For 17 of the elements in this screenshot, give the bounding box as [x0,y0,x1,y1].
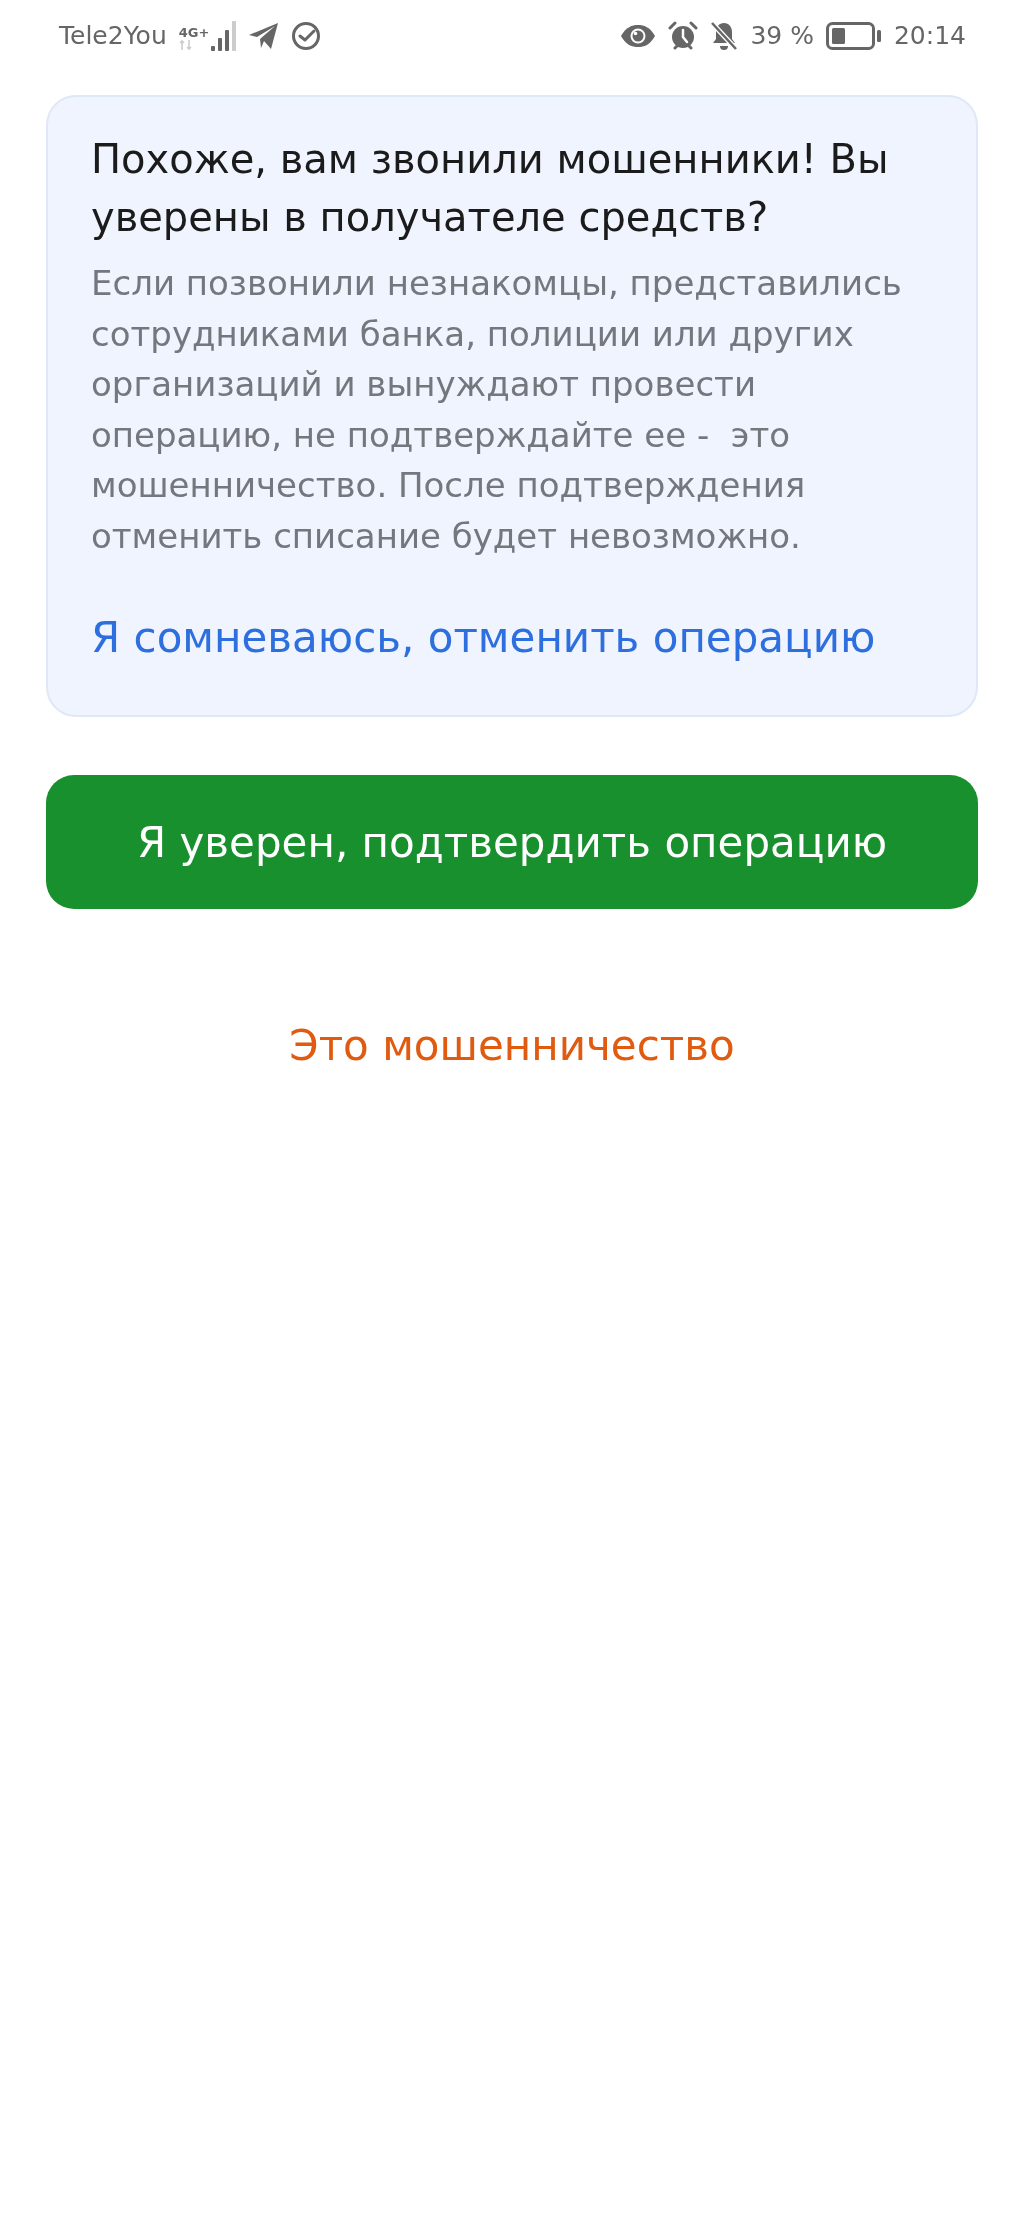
clock-time: 20:14 [893,21,966,51]
network-type: 4G+ [178,26,210,39]
battery-percentage: 39 % [750,21,814,51]
check-circle-icon [291,21,322,51]
signal-icon [211,21,238,51]
warning-text: Если позвонили незнакомцы, представились сотрудниками банка, полиции или других организаций и вынуждают провести операцию, не подтверждайте ее - это мошенничество. После подтверждения отменить списание будет невозможно. [91,262,903,558]
battery-icon [825,22,882,50]
warning-title: Похоже, вам звонили мошенники! Вы уверены в получателе средств? [91,135,890,242]
data-arrows-icon [178,39,193,51]
confirm-operation-button[interactable]: Я уверен, подтвердить операцию [46,775,978,909]
eye-icon [620,24,657,48]
carrier-name: Tele2You [59,21,167,51]
paper-plane-icon [249,23,280,49]
bell-muted-icon [710,21,739,51]
cancel-operation-link[interactable]: Я сомневаюсь, отменить операцию [91,611,876,665]
alarm-clock-icon [668,21,699,51]
report-fraud-link[interactable]: Это мошенничество [289,1019,735,1073]
